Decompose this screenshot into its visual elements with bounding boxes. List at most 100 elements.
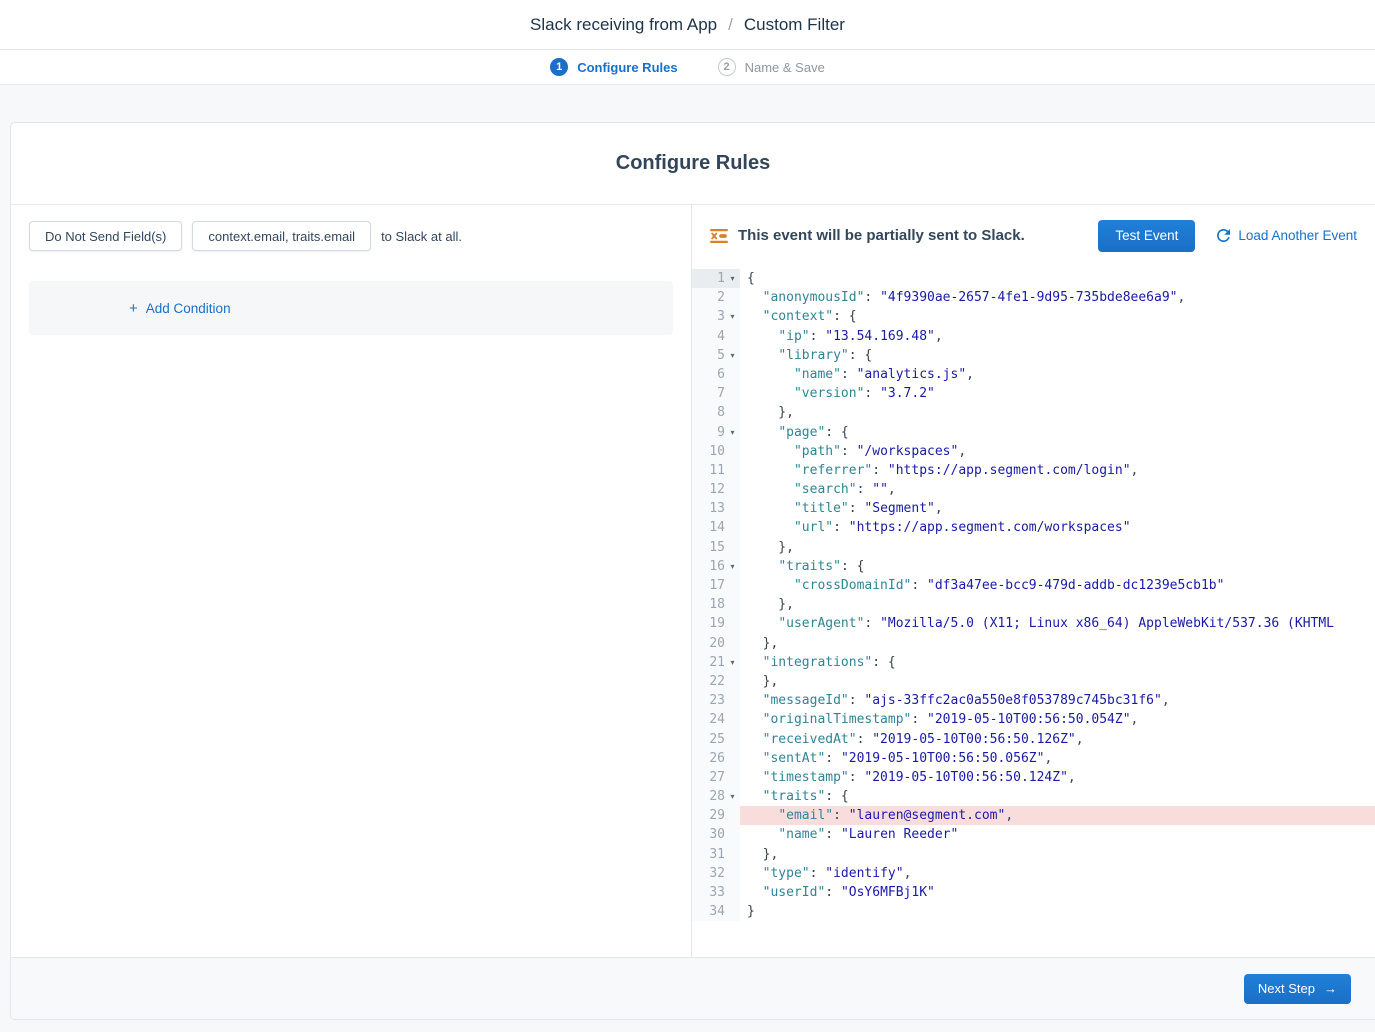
code-line[interactable]: 25 "receivedAt": "2019-05-10T00:56:50.12… <box>692 730 1375 749</box>
code-line[interactable]: 6 "name": "analytics.js", <box>692 365 1375 384</box>
preview-actions: Test Event Load Another Event <box>1098 220 1357 252</box>
code-line[interactable]: 17 "crossDomainId": "df3a47ee-bcc9-479d-… <box>692 576 1375 595</box>
plus-icon: + <box>129 300 138 317</box>
code-text[interactable]: "context": { <box>740 307 1375 326</box>
code-text[interactable]: "version": "3.7.2" <box>740 384 1375 403</box>
code-text[interactable]: }, <box>740 672 1375 691</box>
code-text[interactable]: "library": { <box>740 346 1375 365</box>
fold-arrow-icon[interactable]: ▾ <box>725 346 740 365</box>
line-number: 11 <box>709 461 725 480</box>
code-text[interactable]: "anonymousId": "4f9390ae-2657-4fe1-9d95-… <box>740 288 1375 307</box>
code-line[interactable]: 26 "sentAt": "2019-05-10T00:56:50.056Z", <box>692 749 1375 768</box>
code-line[interactable]: 4 "ip": "13.54.169.48", <box>692 327 1375 346</box>
code-line[interactable]: 2 "anonymousId": "4f9390ae-2657-4fe1-9d9… <box>692 288 1375 307</box>
gutter-cell: 24 <box>692 710 740 729</box>
code-line[interactable]: 28▾ "traits": { <box>692 787 1375 806</box>
fold-arrow-icon[interactable]: ▾ <box>725 269 740 288</box>
code-line[interactable]: 23 "messageId": "ajs-33ffc2ac0a550e8f053… <box>692 691 1375 710</box>
code-line[interactable]: 30 "name": "Lauren Reeder" <box>692 825 1375 844</box>
breadcrumb-source: Slack receiving from App <box>530 15 717 34</box>
code-line[interactable]: 22 }, <box>692 672 1375 691</box>
code-text[interactable]: "messageId": "ajs-33ffc2ac0a550e8f053789… <box>740 691 1375 710</box>
code-line[interactable]: 29 "email": "lauren@segment.com", <box>692 806 1375 825</box>
rule-fields-dropdown[interactable]: context.email, traits.email <box>192 221 371 251</box>
code-text[interactable]: "name": "analytics.js", <box>740 365 1375 384</box>
code-line[interactable]: 7 "version": "3.7.2" <box>692 384 1375 403</box>
code-text[interactable]: "type": "identify", <box>740 864 1375 883</box>
code-line[interactable]: 10 "path": "/workspaces", <box>692 442 1375 461</box>
code-line[interactable]: 33 "userId": "OsY6MFBj1K" <box>692 883 1375 902</box>
json-event-editor[interactable]: 1▾{2 "anonymousId": "4f9390ae-2657-4fe1-… <box>692 266 1375 957</box>
code-line[interactable]: 11 "referrer": "https://app.segment.com/… <box>692 461 1375 480</box>
code-text[interactable]: "receivedAt": "2019-05-10T00:56:50.126Z"… <box>740 730 1375 749</box>
code-text[interactable]: }, <box>740 595 1375 614</box>
code-text[interactable]: "userAgent": "Mozilla/5.0 (X11; Linux x8… <box>740 614 1375 633</box>
code-text[interactable]: "sentAt": "2019-05-10T00:56:50.056Z", <box>740 749 1375 768</box>
fold-arrow-icon[interactable]: ▾ <box>725 557 740 576</box>
code-line[interactable]: 9▾ "page": { <box>692 423 1375 442</box>
code-line[interactable]: 32 "type": "identify", <box>692 864 1375 883</box>
code-text[interactable]: "traits": { <box>740 557 1375 576</box>
line-number: 1 <box>717 269 725 288</box>
code-line[interactable]: 13 "title": "Segment", <box>692 499 1375 518</box>
gutter-cell: 21▾ <box>692 653 740 672</box>
code-line[interactable]: 21▾ "integrations": { <box>692 653 1375 672</box>
code-line[interactable]: 5▾ "library": { <box>692 346 1375 365</box>
code-line[interactable]: 27 "timestamp": "2019-05-10T00:56:50.124… <box>692 768 1375 787</box>
code-text[interactable]: "path": "/workspaces", <box>740 442 1375 461</box>
code-text[interactable]: "title": "Segment", <box>740 499 1375 518</box>
code-text[interactable]: "referrer": "https://app.segment.com/log… <box>740 461 1375 480</box>
code-text[interactable]: }, <box>740 538 1375 557</box>
code-text[interactable]: }, <box>740 634 1375 653</box>
add-condition-label: Add Condition <box>146 301 231 316</box>
code-text[interactable]: { <box>740 269 1375 288</box>
line-number: 12 <box>709 480 725 499</box>
fold-arrow-icon[interactable]: ▾ <box>725 787 740 806</box>
line-number: 14 <box>709 518 725 537</box>
code-text[interactable]: }, <box>740 403 1375 422</box>
code-line[interactable]: 12 "search": "", <box>692 480 1375 499</box>
code-line[interactable]: 34} <box>692 902 1375 921</box>
line-number: 24 <box>709 710 725 729</box>
fold-arrow-icon[interactable]: ▾ <box>725 423 740 442</box>
load-another-event-link[interactable]: Load Another Event <box>1217 228 1357 243</box>
code-text[interactable]: "search": "", <box>740 480 1375 499</box>
fold-arrow-icon[interactable]: ▾ <box>725 307 740 326</box>
code-text[interactable]: "page": { <box>740 423 1375 442</box>
code-text[interactable]: "email": "lauren@segment.com", <box>740 806 1375 825</box>
rule-action-dropdown[interactable]: Do Not Send Field(s) <box>29 221 182 251</box>
code-line[interactable]: 19 "userAgent": "Mozilla/5.0 (X11; Linux… <box>692 614 1375 633</box>
code-text[interactable]: "ip": "13.54.169.48", <box>740 327 1375 346</box>
code-text[interactable]: "integrations": { <box>740 653 1375 672</box>
code-text[interactable]: "traits": { <box>740 787 1375 806</box>
code-text[interactable]: "url": "https://app.segment.com/workspac… <box>740 518 1375 537</box>
code-line[interactable]: 18 }, <box>692 595 1375 614</box>
code-line[interactable]: 20 }, <box>692 634 1375 653</box>
gutter-cell: 26 <box>692 749 740 768</box>
code-text[interactable]: "crossDomainId": "df3a47ee-bcc9-479d-add… <box>740 576 1375 595</box>
code-line[interactable]: 8 }, <box>692 403 1375 422</box>
add-condition-button[interactable]: + Add Condition <box>129 300 231 317</box>
code-text[interactable]: "userId": "OsY6MFBj1K" <box>740 883 1375 902</box>
code-line[interactable]: 15 }, <box>692 538 1375 557</box>
code-text[interactable]: "originalTimestamp": "2019-05-10T00:56:5… <box>740 710 1375 729</box>
code-text[interactable]: }, <box>740 845 1375 864</box>
next-step-button[interactable]: Next Step → <box>1244 974 1351 1004</box>
code-line[interactable]: 1▾{ <box>692 269 1375 288</box>
code-line[interactable]: 14 "url": "https://app.segment.com/works… <box>692 518 1375 537</box>
step-name-save[interactable]: 2 Name & Save <box>718 58 825 76</box>
code-line[interactable]: 31 }, <box>692 845 1375 864</box>
code-line[interactable]: 24 "originalTimestamp": "2019-05-10T00:5… <box>692 710 1375 729</box>
page-header: Slack receiving from App/Custom Filter <box>0 0 1375 50</box>
step-2-label: Name & Save <box>745 60 825 75</box>
code-text[interactable]: "timestamp": "2019-05-10T00:56:50.124Z", <box>740 768 1375 787</box>
footer-bar: Next Step → <box>11 957 1375 1019</box>
line-number: 31 <box>709 845 725 864</box>
code-text[interactable]: "name": "Lauren Reeder" <box>740 825 1375 844</box>
code-line[interactable]: 16▾ "traits": { <box>692 557 1375 576</box>
step-configure-rules[interactable]: 1 Configure Rules <box>550 58 677 76</box>
code-line[interactable]: 3▾ "context": { <box>692 307 1375 326</box>
test-event-button[interactable]: Test Event <box>1098 220 1195 252</box>
code-text[interactable]: } <box>740 902 1375 921</box>
fold-arrow-icon[interactable]: ▾ <box>725 653 740 672</box>
